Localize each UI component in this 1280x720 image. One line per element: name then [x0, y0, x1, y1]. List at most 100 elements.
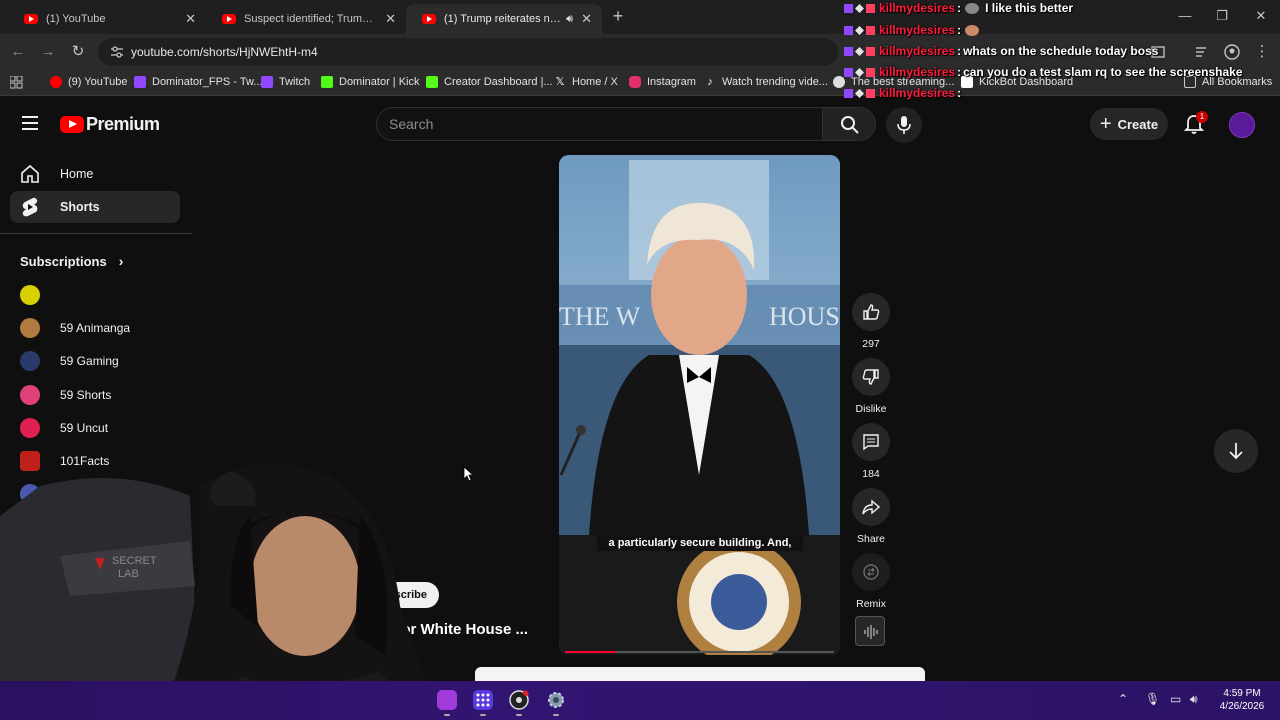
bookmark-item[interactable]: ♪ Watch trending vide... [704, 76, 828, 88]
bookmark-item[interactable]: Dominator_FPS - Tw... [134, 76, 262, 88]
like-action[interactable]: 297 [850, 293, 892, 350]
forward-arrow-icon[interactable]: → [38, 42, 58, 62]
remix-button[interactable] [852, 553, 890, 591]
subscription-item[interactable]: 59 Uncut [20, 417, 108, 439]
chat-text: can you do a test slam rq to see the scr… [963, 65, 1243, 79]
dislike-action[interactable]: Dislike [850, 358, 892, 415]
heart-badge-icon [855, 46, 864, 56]
tab-title: Suspect identified; Trump safe a [244, 13, 377, 25]
youtube-favicon-icon [24, 14, 38, 24]
apps-grid-icon[interactable] [10, 76, 23, 89]
channel-name: 59 Uncut [60, 421, 109, 435]
browser-tab[interactable]: (1) YouTube ✕ [8, 4, 206, 34]
windows-taskbar: ⌃ 🎙︎ ▭ 🔊︎ 4:59 PM 4/26/2026 [0, 681, 1280, 720]
new-tab-icon[interactable]: + [608, 6, 628, 27]
dislike-button[interactable] [852, 358, 890, 396]
channel-name: 59 Shorts [60, 388, 112, 402]
sidebar-item-label: Shorts [60, 200, 100, 214]
site-info-icon[interactable] [110, 45, 124, 59]
subscription-item[interactable]: 59 Gaming [20, 350, 119, 372]
address-bar[interactable]: youtube.com/shorts/HjNWEhtH-m4 [98, 38, 838, 66]
instagram-icon [629, 76, 641, 88]
running-indicator [444, 714, 450, 716]
running-indicator [553, 714, 559, 716]
heart-badge-icon [855, 25, 864, 35]
short-video-player[interactable]: THE W HOUS [559, 155, 840, 655]
remix-action[interactable]: Remix [850, 553, 892, 610]
create-button[interactable]: + Create [1090, 108, 1168, 140]
running-indicator [516, 714, 522, 716]
sound-button[interactable] [855, 616, 885, 646]
youtube-icon [50, 76, 62, 88]
app-grid-icon[interactable] [473, 690, 493, 710]
reload-icon[interactable]: ↻ [68, 42, 88, 62]
chat-username: killmydesires [879, 1, 956, 15]
search-input[interactable] [389, 116, 809, 132]
bottom-sheet-edge [475, 667, 925, 681]
chat-message: killmydesires: I like this better [844, 0, 1073, 16]
svg-text:LAB: LAB [118, 568, 139, 580]
chat-message: killmydesires: [844, 22, 985, 38]
stream-chat-overlay: killmydesires: I like this better killmy… [844, 0, 1280, 104]
youtube-logo[interactable]: Premium [60, 114, 160, 135]
menu-icon[interactable] [22, 116, 38, 130]
microphone-tray-icon[interactable]: 🎙︎ [1145, 692, 1160, 706]
badge-icon [866, 88, 875, 98]
create-label: Create [1117, 116, 1159, 132]
tab-close-icon[interactable]: ✕ [385, 11, 396, 27]
arrow-down-icon [1229, 443, 1243, 460]
chat-message: killmydesires: [844, 85, 963, 101]
svg-text:SECRET: SECRET [112, 555, 157, 567]
camera-app-icon[interactable] [437, 690, 457, 710]
back-arrow-icon[interactable]: ← [8, 42, 28, 62]
bookmark-item[interactable]: Twitch [261, 76, 310, 88]
share-icon [862, 499, 880, 515]
comments-button[interactable] [852, 423, 890, 461]
webcam-overlay: SECRET LAB [0, 463, 440, 720]
next-short-button[interactable] [1214, 429, 1258, 473]
share-button[interactable] [852, 488, 890, 526]
network-icon[interactable]: ▭ [1170, 692, 1181, 706]
youtube-play-icon [60, 116, 84, 133]
subscriptions-heading[interactable]: Subscriptions › [20, 253, 123, 269]
bookmark-item[interactable]: Creator Dashboard |... [426, 76, 553, 88]
bookmark-item[interactable]: Dominator | Kick [321, 76, 420, 88]
emote-icon [965, 2, 980, 14]
share-action[interactable]: Share [850, 488, 892, 545]
chevron-up-icon[interactable]: ⌃ [1118, 692, 1128, 706]
volume-icon[interactable]: 🔊︎ [1190, 692, 1198, 707]
bookmark-item[interactable]: 𝕏 Home / X [554, 76, 618, 88]
voice-search-button[interactable] [886, 107, 922, 143]
comment-count: 184 [862, 468, 880, 480]
subscription-item[interactable]: 59 Shorts [20, 384, 111, 406]
browser-tab-active[interactable]: (1) Trump reiterates need fo 🔊︎ ✕ [406, 4, 602, 34]
browser-tab[interactable]: Suspect identified; Trump safe a ✕ [206, 4, 406, 34]
sidebar-item-home[interactable]: Home [10, 158, 180, 190]
search-box[interactable] [376, 107, 823, 141]
system-clock[interactable]: 4:59 PM 4/26/2026 [1212, 687, 1272, 713]
heart-badge-icon [855, 3, 864, 13]
tab-close-icon[interactable]: ✕ [581, 11, 592, 27]
search-button[interactable] [822, 107, 876, 141]
bookmark-item[interactable]: (9) YouTube [50, 76, 128, 88]
tab-close-icon[interactable]: ✕ [185, 11, 196, 27]
microphone-icon [897, 116, 911, 134]
bookmark-label: Dominator_FPS - Tw... [152, 76, 263, 88]
speaker-icon[interactable]: 🔊︎ [566, 13, 573, 26]
channel-avatar [20, 385, 40, 405]
subscription-item[interactable] [20, 284, 60, 306]
obs-icon[interactable] [509, 690, 529, 710]
sidebar-item-shorts[interactable]: Shorts [10, 191, 180, 223]
comments-action[interactable]: 184 [850, 423, 892, 480]
thumbs-up-icon [863, 304, 880, 320]
notification-badge: 1 [1196, 111, 1208, 123]
like-button[interactable] [852, 293, 890, 331]
bookmark-item[interactable]: Instagram [629, 76, 696, 88]
video-progress-bar[interactable] [565, 651, 834, 653]
chat-username: killmydesires [879, 86, 956, 100]
kick-icon [426, 76, 438, 88]
subscription-item[interactable]: 59 Animanga [20, 317, 130, 339]
chat-username: killmydesires [879, 23, 956, 37]
account-avatar[interactable] [1229, 112, 1255, 138]
settings-gear-icon[interactable] [546, 690, 566, 710]
